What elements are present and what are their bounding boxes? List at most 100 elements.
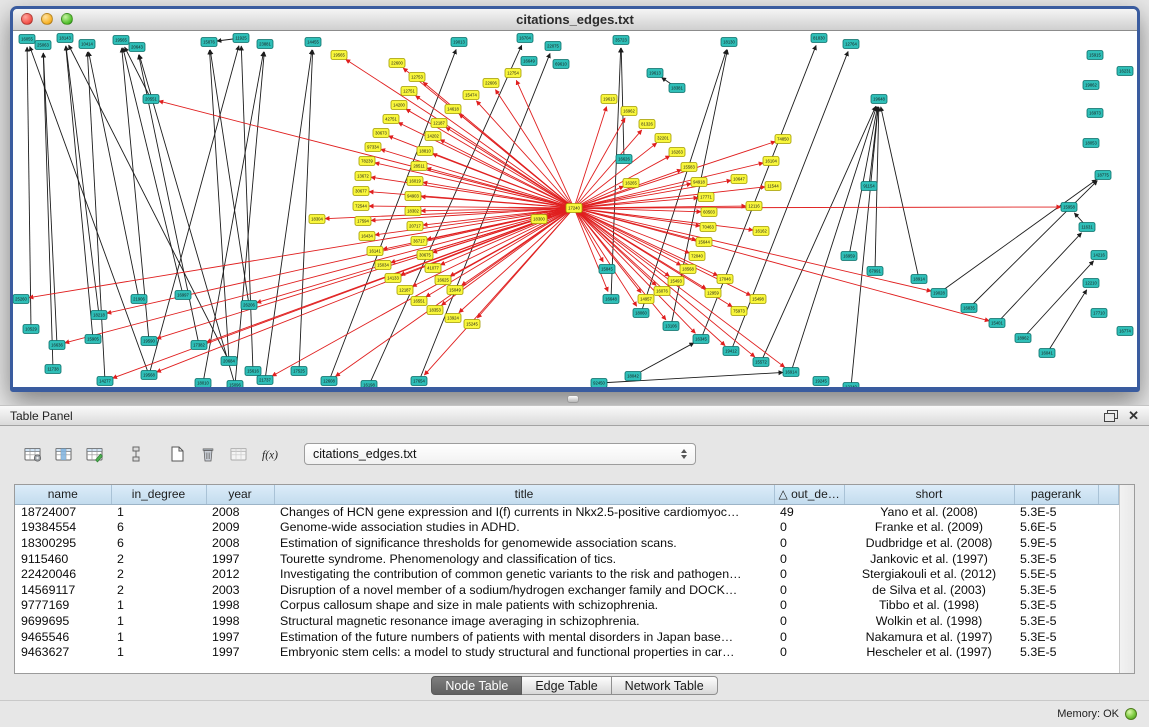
graph-node[interactable]: 16704	[517, 34, 533, 43]
graph-node[interactable]: 19245	[813, 377, 829, 386]
graph-node[interactable]: 16835	[961, 304, 977, 313]
graph-node[interactable]: 81326	[639, 120, 655, 129]
table-selector-dropdown[interactable]: citations_edges.txt	[304, 443, 696, 465]
graph-node[interactable]: 14455	[305, 38, 321, 47]
graph-node[interactable]: 16041	[1039, 349, 1055, 358]
graph-node[interactable]: 17771	[698, 193, 714, 202]
graph-node[interactable]: 18302	[405, 207, 421, 216]
graph-node[interactable]: 20643	[129, 43, 145, 52]
graph-node[interactable]: 15876	[201, 38, 217, 47]
graph-node[interactable]: 12754	[505, 69, 521, 78]
graph-node[interactable]: 16997	[175, 291, 191, 300]
table-row[interactable]: 946554611997Estimation of the future num…	[15, 629, 1119, 645]
graph-node[interactable]: 16962	[621, 107, 637, 116]
graph-node[interactable]: 14216	[1091, 251, 1107, 260]
graph-node[interactable]: 10414	[79, 40, 95, 49]
graph-node[interactable]: 67991	[867, 267, 883, 276]
column-header-year[interactable]: year	[206, 485, 274, 504]
graph-node[interactable]: 12240	[843, 383, 859, 388]
graph-node[interactable]: 19028	[931, 289, 947, 298]
graph-node[interactable]: 35723	[613, 36, 629, 45]
column-header-in_degree[interactable]: in_degree	[111, 485, 206, 504]
graph-node[interactable]: 19613	[601, 95, 617, 104]
graph-node[interactable]: 18060	[633, 309, 649, 318]
graph-node[interactable]: 22075	[545, 42, 561, 51]
graph-node[interactable]: 74850	[775, 135, 791, 144]
graph-node[interactable]: 18010	[195, 379, 211, 388]
window-titlebar[interactable]: citations_edges.txt	[13, 9, 1137, 31]
graph-node[interactable]: 19862	[1083, 81, 1099, 90]
graph-node[interactable]: 15245	[464, 320, 480, 329]
graph-node[interactable]: 16263	[669, 148, 685, 157]
graph-node[interactable]: 16625	[435, 276, 451, 285]
graph-node[interactable]: 16019	[407, 177, 423, 186]
graph-node[interactable]: 41077	[425, 264, 441, 273]
splitter-grip[interactable]	[567, 395, 579, 403]
graph-node[interactable]: 30673	[373, 129, 389, 138]
graph-node[interactable]: 15905	[85, 335, 101, 344]
graph-node[interactable]: 17594	[355, 217, 371, 226]
graph-node[interactable]: 18381	[669, 84, 685, 93]
graph-node[interactable]: 16959	[841, 252, 857, 261]
graph-node[interactable]: 21737	[257, 376, 273, 385]
graph-node[interactable]: 81830	[811, 34, 827, 43]
graph-node[interactable]: 15474	[463, 91, 479, 100]
graph-node[interactable]: 14133	[385, 274, 401, 283]
graph-node[interactable]: 15034	[375, 261, 391, 270]
graph-node[interactable]: 15096	[227, 381, 243, 388]
graph-node[interactable]: 18914	[911, 275, 927, 284]
graph-node[interactable]: 16434	[359, 232, 375, 241]
graph-node[interactable]: 18775	[1095, 171, 1111, 180]
graph-node[interactable]: 18962	[1015, 334, 1031, 343]
graph-node[interactable]: 26206	[241, 301, 257, 310]
graph-node[interactable]: 22600	[389, 59, 405, 68]
graph-node[interactable]: 20551	[143, 95, 159, 104]
graph-node[interactable]: 17654	[411, 377, 427, 386]
table-row[interactable]: 977716911998Corpus callosum shape and si…	[15, 598, 1119, 614]
graph-node[interactable]: 18143	[57, 34, 73, 43]
graph-node[interactable]: 97334	[365, 143, 381, 152]
table-mode-icon[interactable]	[20, 442, 46, 466]
table-row[interactable]: 2242004622012Investigating the contribut…	[15, 566, 1119, 582]
graph-node[interactable]: 15493	[668, 277, 684, 286]
graph-node[interactable]: 60503	[701, 208, 717, 217]
graph-node[interactable]: 12116	[746, 202, 762, 211]
graph-node[interactable]: 12187	[431, 119, 447, 128]
graph-node[interactable]: 18568	[680, 265, 696, 274]
graph-node[interactable]: 15644	[696, 238, 712, 247]
network-graph[interactable]: 1724016055250631814310414195652064315876…	[13, 31, 1135, 387]
graph-node[interactable]: 78239	[359, 157, 375, 166]
column-header-name[interactable]: name	[15, 485, 111, 504]
row-tools-icon[interactable]	[123, 442, 149, 466]
graph-node[interactable]: 72040	[689, 252, 705, 261]
table-row[interactable]: 1456911722003Disruption of a novel membe…	[15, 582, 1119, 598]
graph-node[interactable]: 18042	[625, 372, 641, 381]
graph-node[interactable]: 12959	[705, 289, 721, 298]
edit-column-icon[interactable]	[82, 442, 108, 466]
select-column-icon[interactable]	[51, 442, 77, 466]
graph-node[interactable]: 30677	[353, 187, 369, 196]
graph-node[interactable]: 19565	[331, 51, 347, 60]
graph-node[interactable]: 16626	[616, 155, 632, 164]
graph-node[interactable]: 32201	[655, 134, 671, 143]
graph-node[interactable]: 18300	[531, 215, 547, 224]
new-column-icon[interactable]	[164, 442, 190, 466]
graph-node[interactable]: 16648	[603, 295, 619, 304]
graph-node[interactable]: 15845	[599, 265, 615, 274]
graph-node[interactable]: 15498	[750, 295, 766, 304]
graph-node[interactable]: 16104	[763, 157, 779, 166]
graph-node[interactable]: 18810	[417, 147, 433, 156]
graph-node[interactable]: 17525	[291, 367, 307, 376]
network-canvas[interactable]: 1724016055250631814310414195652064315876…	[13, 31, 1137, 387]
import-table-icon[interactable]	[226, 442, 252, 466]
panel-splitter[interactable]	[0, 392, 1149, 405]
minimize-button[interactable]	[41, 13, 53, 25]
graph-node[interactable]: 10647	[731, 175, 747, 184]
graph-node[interactable]: 94918	[691, 178, 707, 187]
graph-node[interactable]: 19590	[141, 337, 157, 346]
graph-node[interactable]: 15049	[447, 286, 463, 295]
graph-node[interactable]: 17710	[1091, 309, 1107, 318]
table-row[interactable]: 1938455462009Genome-wide association stu…	[15, 520, 1119, 536]
graph-node[interactable]: 12187	[397, 286, 413, 295]
graph-node[interactable]: 16345	[693, 335, 709, 344]
